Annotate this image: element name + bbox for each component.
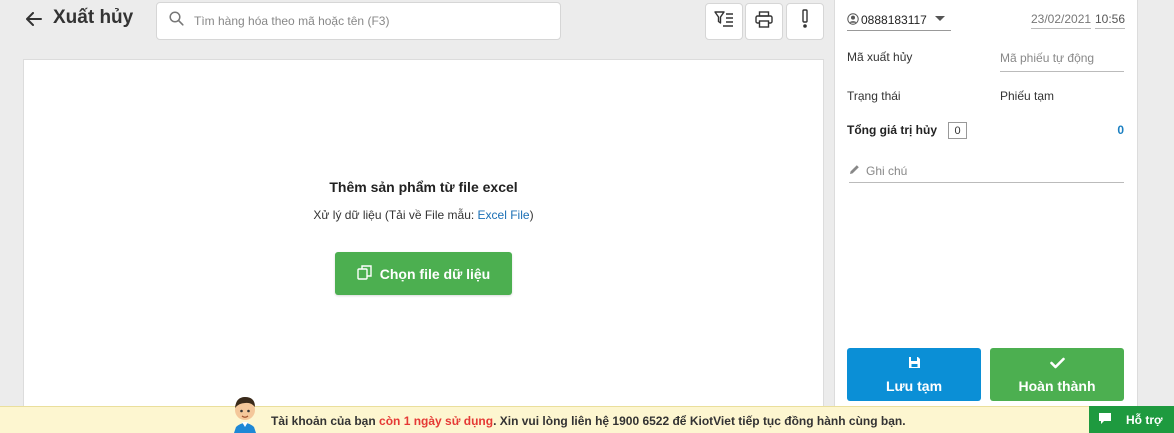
import-subtitle-prefix: Xử lý dữ liệu (Tải về File mẫu: (313, 208, 478, 222)
user-select[interactable]: 0888183117 (847, 10, 951, 31)
import-subtitle: Xử lý dữ liệu (Tải về File mẫu: Excel Fi… (24, 208, 823, 222)
save-draft-label: Lưu tạm (885, 377, 943, 394)
notice-highlight: còn 1 ngày sử dụng (379, 414, 494, 428)
import-panel: Thêm sản phẩm từ file excel Xử lý dữ liệ… (23, 59, 824, 419)
checkmark-icon (1049, 356, 1065, 372)
notice-text: Tài khoản của bạn còn 1 ngày sử dụng. Xi… (271, 414, 906, 428)
chat-bubble-icon (1098, 412, 1112, 428)
floppy-disk-icon (908, 356, 921, 372)
chevron-down-icon (935, 16, 945, 21)
filter-list-button[interactable] (705, 3, 743, 40)
time-field[interactable]: 10:56 (1095, 12, 1126, 29)
filter-list-icon (714, 10, 734, 33)
support-label: Hỗ trợ (1126, 412, 1163, 427)
note-placeholder: Ghi chú (866, 163, 908, 178)
page-title: Xuất hủy (53, 7, 134, 28)
import-title: Thêm sản phẩm từ file excel (329, 179, 518, 195)
notice-bar: Tài khoản của bạn còn 1 ngày sử dụng. Xi… (0, 406, 1174, 433)
back-arrow-icon[interactable] (26, 9, 42, 29)
search-input[interactable] (194, 14, 534, 28)
user-icon (847, 12, 859, 28)
import-subtitle-suffix: ) (529, 208, 534, 222)
status-label: Trạng thái (847, 89, 901, 103)
user-name: 0888183117 (861, 13, 927, 27)
print-icon (755, 10, 773, 33)
total-quantity-badge: 0 (948, 122, 967, 139)
print-button[interactable] (745, 3, 783, 40)
search-icon (169, 11, 184, 31)
right-panel: 0888183117 23/02/2021 10:56 Mã xuất hủy … (834, 0, 1138, 433)
mascot-avatar (228, 392, 262, 433)
choose-file-label: Chọn file dữ liệu (379, 265, 491, 282)
total-label: Tổng giá trị hủy (847, 123, 937, 137)
choose-file-button[interactable]: Chọn file dữ liệu (335, 252, 512, 295)
pencil-icon (849, 162, 860, 180)
note-field[interactable]: Ghi chú (849, 159, 1124, 183)
date-field[interactable]: 23/02/2021 (1031, 12, 1092, 29)
exclamation-icon (801, 9, 809, 34)
code-label: Mã xuất hủy (847, 50, 913, 64)
code-input[interactable] (1000, 45, 1124, 72)
total-value: 0 (1117, 123, 1124, 137)
copy-file-icon (357, 264, 372, 283)
notice-suffix: . Xin vui lòng liên hệ 1900 6522 để Kiot… (493, 414, 906, 428)
excel-template-link[interactable]: Excel File (478, 208, 530, 222)
status-value: Phiếu tạm (1000, 89, 1055, 103)
search-box[interactable] (156, 2, 561, 40)
info-button[interactable] (786, 3, 824, 40)
support-button[interactable]: Hỗ trợ (1089, 406, 1174, 433)
save-draft-button[interactable]: Lưu tạm (847, 348, 981, 401)
complete-label: Hoàn thành (1018, 377, 1096, 394)
notice-prefix: Tài khoản của bạn (271, 414, 380, 428)
complete-button[interactable]: Hoàn thành (990, 348, 1124, 401)
